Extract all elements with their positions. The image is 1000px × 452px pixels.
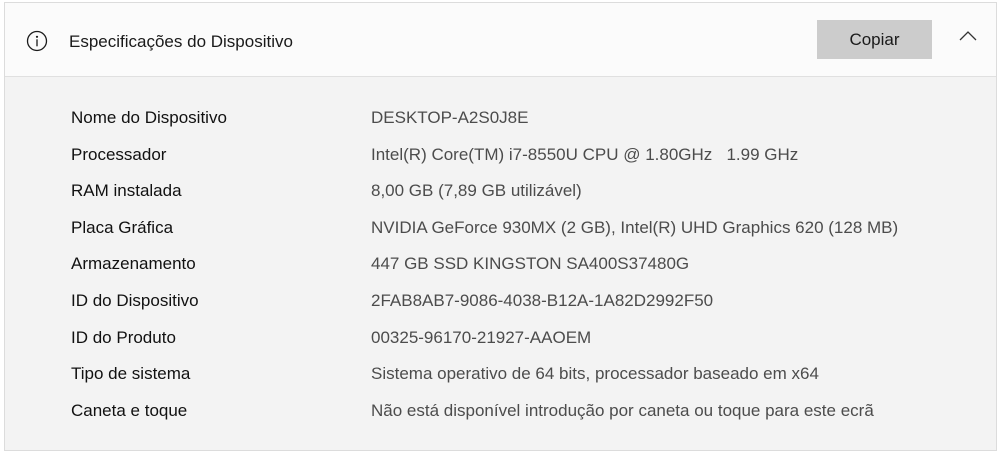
spec-value[interactable]: 00325-96170-21927-AAOEM [371, 327, 591, 349]
spec-row-ram: RAM instalada 8,00 GB (7,89 GB utilizáve… [71, 180, 971, 217]
spec-row-graphics: Placa Gráfica NVIDIA GeForce 930MX (2 GB… [71, 217, 971, 254]
device-specifications-card: Especificações do Dispositivo Copiar Nom… [4, 2, 997, 451]
info-icon [26, 30, 48, 52]
spec-value[interactable]: 2FAB8AB7-9086-4038-B12A-1A82D2992F50 [371, 290, 713, 312]
spec-label: Caneta e toque [71, 400, 188, 420]
spec-row-device-id: ID do Dispositivo 2FAB8AB7-9086-4038-B12… [71, 290, 971, 327]
card-header[interactable]: Especificações do Dispositivo Copiar [5, 3, 996, 77]
spec-label: Tipo de sistema [71, 364, 191, 384]
spec-row-processor: Processador Intel(R) Core(TM) i7-8550U C… [71, 144, 971, 181]
spec-row-system-type: Tipo de sistema Sistema operativo de 64 … [71, 363, 971, 400]
chevron-up-icon[interactable] [959, 30, 977, 42]
spec-value[interactable]: Sistema operativo de 64 bits, processado… [371, 363, 819, 385]
spec-value[interactable]: Intel(R) Core(TM) i7-8550U CPU @ 1.80GHz… [371, 144, 798, 166]
spec-label: Placa Gráfica [71, 217, 174, 237]
spec-value[interactable]: DESKTOP-A2S0J8E [371, 107, 528, 129]
spec-row-storage: Armazenamento 447 GB SSD KINGSTON SA400S… [71, 253, 971, 290]
spec-value[interactable]: Não está disponível introdução por canet… [371, 400, 874, 422]
spec-label: ID do Dispositivo [71, 290, 199, 310]
spec-label: Nome do Dispositivo [71, 108, 227, 127]
spec-label: ID do Produto [71, 327, 176, 347]
specs-list: Nome do Dispositivo DESKTOP-A2S0J8E Proc… [71, 107, 971, 436]
spec-value[interactable]: NVIDIA GeForce 930MX (2 GB), Intel(R) UH… [371, 217, 898, 239]
spec-row-device-name: Nome do Dispositivo DESKTOP-A2S0J8E [71, 107, 971, 144]
spec-value[interactable]: 8,00 GB (7,89 GB utilizável) [371, 180, 582, 202]
spec-row-pen-touch: Caneta e toque Não está disponível intro… [71, 400, 971, 437]
spec-label: RAM instalada [71, 181, 182, 201]
spec-value[interactable]: 447 GB SSD KINGSTON SA400S37480G [371, 253, 689, 275]
copy-button[interactable]: Copiar [817, 20, 932, 59]
spec-row-product-id: ID do Produto 00325-96170-21927-AAOEM [71, 327, 971, 364]
spec-label: Processador [71, 144, 167, 164]
section-title: Especificações do Dispositivo [69, 32, 293, 51]
spec-label: Armazenamento [71, 254, 196, 274]
